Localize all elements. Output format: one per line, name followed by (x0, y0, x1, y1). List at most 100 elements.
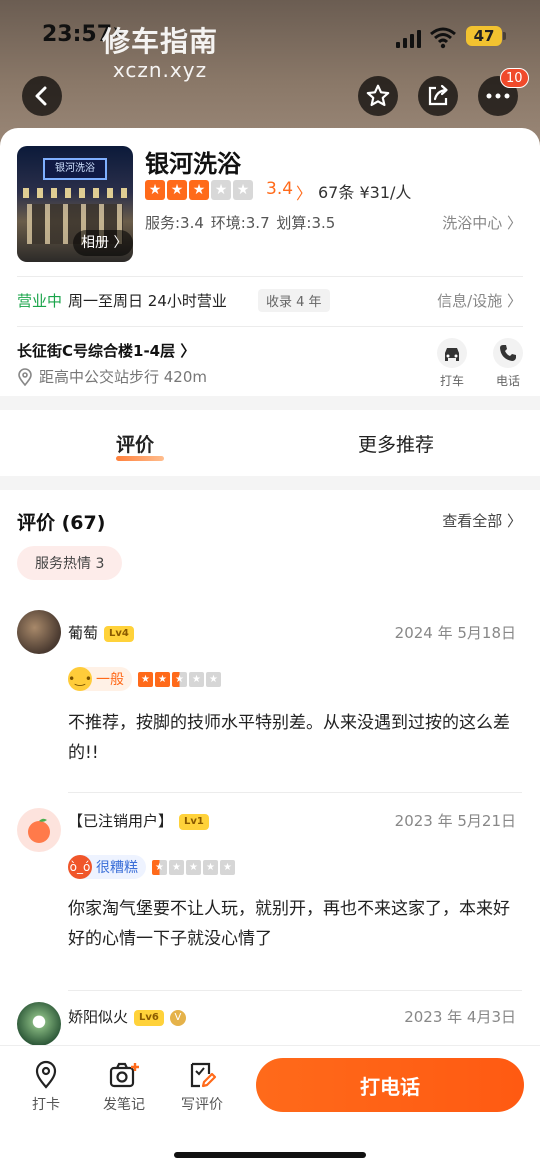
reviewer-name[interactable]: 娇阳似火 Lv6 V (68, 1006, 186, 1027)
review-text[interactable]: 不推荐，按脚的技师水平特别差。从来没遇到过按的这么差的!! (68, 708, 520, 768)
reviewer-name[interactable]: 【已注销用户】 Lv1 (68, 810, 209, 831)
tab-bar: 评价 更多推荐 (0, 410, 540, 476)
album-button[interactable]: 相册 〉 (73, 230, 133, 256)
camera-plus-icon (109, 1062, 139, 1088)
review-count: 67条 (318, 183, 355, 202)
bottom-action-bar: 打卡 发笔记 写评价 打电话 (0, 1045, 540, 1169)
review-mood: •‿• 一般 ★ ★ ★ ★ ★ (68, 666, 221, 692)
review-text[interactable]: 你家淘气堡要不让人玩，就别开，再也不来这家了，本来好好的心情一下子就没心情了 (68, 894, 520, 954)
phone-icon (493, 338, 523, 368)
car-icon (437, 338, 467, 368)
reviewer-name-text: 【已注销用户】 (68, 812, 174, 830)
taxi-button[interactable]: 打车 (432, 338, 472, 389)
back-button[interactable] (22, 76, 62, 116)
rating-stars: ★ ★ ★ ★ ★ (145, 180, 253, 200)
neutral-face-icon: •‿• (68, 667, 92, 691)
info-facilities-link[interactable]: 信息/设施 〉 (437, 290, 522, 311)
shop-name: 银河洗浴 (145, 150, 241, 178)
watermark-title: 修车指南 (102, 25, 219, 58)
level-badge: Lv4 (104, 626, 134, 642)
shop-photo-sign: 银河洗浴 (43, 158, 107, 180)
reviewer-name-text: 娇阳似火 (68, 1008, 129, 1026)
favorite-button[interactable] (358, 76, 398, 116)
divider (68, 990, 522, 991)
signal-icon (396, 30, 421, 48)
star-icon: ★ (189, 671, 204, 687)
open-status: 营业中 (17, 292, 63, 310)
watermark-url: xczn.xyz (112, 58, 208, 82)
shop-info-card: 银河洗浴 相册 〉 银河洗浴 ★ ★ ★ ★ ★ 3.4 〉 67条 ¥31/人 服务:… (0, 128, 540, 396)
tab-more-recommendations[interactable]: 更多推荐 (358, 430, 434, 457)
address-link[interactable]: 长征街C号综合楼1-4层 〉 (17, 340, 195, 361)
edit-review-icon (190, 1062, 217, 1088)
star-icon: ★ (211, 180, 231, 200)
mood-pill: ò_ó 很糟糕 (68, 855, 146, 879)
reviews-section: 评价 (67) 查看全部 〉 服务热情 3 葡萄 Lv4 2024 年 5月18日… (0, 490, 540, 1050)
level-badge: Lv1 (179, 814, 209, 830)
divider (68, 792, 522, 793)
phone-label: 电话 (495, 374, 520, 388)
divider (17, 276, 523, 277)
wifi-icon (430, 27, 456, 49)
star-icon: ★ (145, 180, 165, 200)
star-icon: ★ (220, 859, 235, 875)
notification-badge: 10 (500, 68, 529, 88)
divider (17, 326, 523, 327)
opening-hours-row: 营业中 周一至周日 24小时营业 (17, 290, 227, 311)
reviews-title: 评价 (67) (17, 512, 106, 534)
star-icon: ★ (138, 671, 153, 687)
service-score: 服务:3.4 (145, 214, 204, 232)
environment-score: 环境:3.7 (210, 214, 270, 232)
category-link[interactable]: 洗浴中心 〉 (442, 212, 522, 233)
shop-photo-lights (23, 188, 127, 198)
mood-label: 很糟糕 (96, 860, 138, 876)
avatar[interactable] (17, 1002, 61, 1046)
chevron-right-icon: 〉 (296, 184, 313, 203)
checkin-label: 打卡 (32, 1097, 60, 1113)
review-count-price: 67条 ¥31/人 (318, 179, 411, 203)
star-icon: ★ (167, 180, 187, 200)
post-note-button[interactable]: 发笔记 (96, 1060, 152, 1114)
listed-years-tag: 收录 4 年 (258, 289, 330, 312)
angry-face-icon: ò_ó (68, 855, 92, 879)
distance-text: 距高中公交站步行 420m (39, 368, 208, 386)
share-icon (428, 84, 448, 106)
post-note-label: 发笔记 (103, 1097, 145, 1113)
mood-label: 一般 (96, 672, 124, 688)
shop-photo[interactable]: 银河洗浴 相册 〉 (17, 146, 133, 262)
avatar[interactable] (17, 610, 61, 654)
location-pin-icon (18, 367, 32, 386)
reviewer-name-text: 葡萄 (68, 624, 99, 642)
review-tag-chip[interactable]: 服务热情 3 (17, 546, 123, 580)
peach-icon (28, 818, 50, 843)
verified-v-icon: V (169, 1010, 186, 1026)
review-mood: ò_ó 很糟糕 ★ ★ ★ ★ ★ (68, 854, 235, 880)
phone-button[interactable]: 电话 (488, 338, 528, 389)
star-icon: ★ (233, 180, 253, 200)
reviewer-name[interactable]: 葡萄 Lv4 (68, 622, 134, 643)
view-all-link[interactable]: 查看全部 〉 (442, 510, 522, 531)
star-icon: ★ (172, 671, 187, 687)
star-icon: ★ (155, 671, 170, 687)
watermark: 修车指南 xczn.xyz (102, 25, 219, 82)
star-outline-icon (366, 84, 390, 107)
chevron-left-icon (35, 86, 47, 106)
star-icon: ★ (186, 859, 201, 875)
star-icon: ★ (169, 859, 184, 875)
star-icon: ★ (206, 671, 221, 687)
level-badge: Lv6 (134, 1010, 164, 1026)
taxi-label: 打车 (439, 374, 464, 388)
star-icon: ★ (152, 859, 167, 875)
battery-tip (503, 32, 506, 40)
price-per-person: ¥31/人 (359, 183, 412, 202)
avatar[interactable] (17, 808, 61, 852)
call-button[interactable]: 打电话 (256, 1058, 524, 1112)
review-stars: ★ ★ ★ ★ ★ (152, 859, 235, 875)
rating-score[interactable]: 3.4 (266, 179, 293, 199)
checkin-button[interactable]: 打卡 (18, 1060, 74, 1114)
mood-pill: •‿• 一般 (68, 667, 132, 691)
tab-reviews[interactable]: 评价 (116, 430, 154, 457)
share-button[interactable] (418, 76, 458, 116)
write-review-label: 写评价 (181, 1097, 223, 1113)
write-review-button[interactable]: 写评价 (174, 1060, 230, 1114)
